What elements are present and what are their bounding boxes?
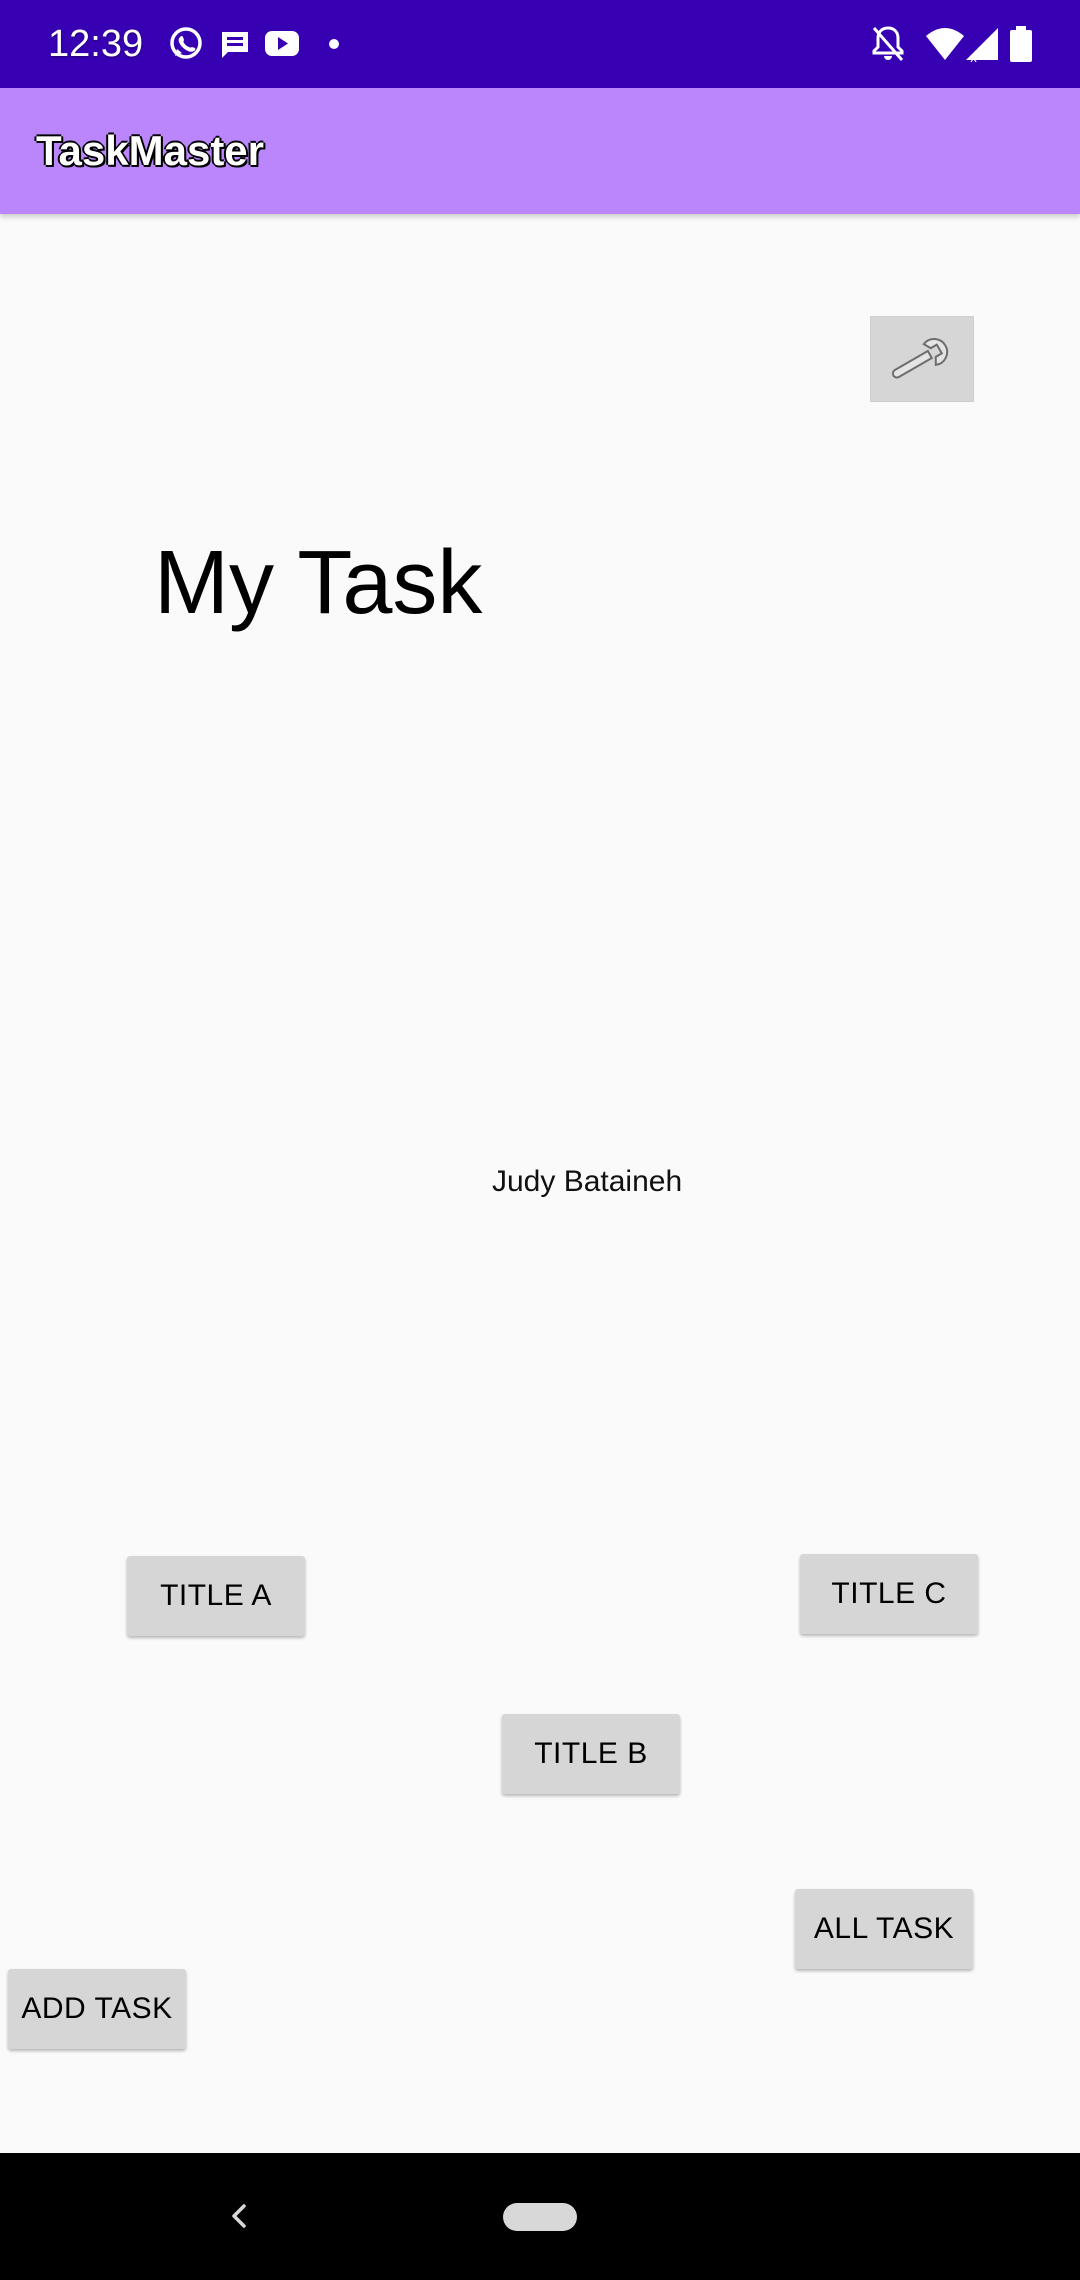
title-a-button[interactable]: TITLE A (127, 1556, 305, 1636)
back-icon[interactable] (224, 2191, 254, 2241)
dot-icon (329, 39, 339, 49)
wifi-icon (926, 28, 964, 60)
svg-text:x: x (970, 51, 977, 65)
title-b-button[interactable]: TITLE B (502, 1714, 680, 1794)
wrench-icon (891, 338, 949, 379)
user-name: Judy Bataineh (492, 1165, 683, 1198)
youtube-icon (265, 31, 299, 56)
battery-icon (1010, 26, 1032, 62)
app-bar: TaskMaster (0, 88, 1080, 214)
title-c-button[interactable]: TITLE C (800, 1554, 978, 1634)
page-title: My Task (154, 533, 483, 633)
app-title: TaskMaster (36, 127, 265, 174)
add-task-button[interactable]: ADD TASK (8, 1969, 186, 2049)
whatsapp-icon (170, 27, 202, 59)
message-icon (222, 32, 248, 58)
settings-button[interactable] (870, 316, 974, 402)
signal-icon: x (966, 28, 998, 65)
home-pill-icon[interactable] (503, 2203, 577, 2231)
status-time: 12:39 (48, 23, 144, 65)
notifications-off-icon (872, 26, 904, 61)
status-bar: 12:39 x (0, 0, 1080, 88)
all-task-button[interactable]: ALL TASK (795, 1889, 973, 1969)
navigation-bar (0, 2153, 1080, 2280)
